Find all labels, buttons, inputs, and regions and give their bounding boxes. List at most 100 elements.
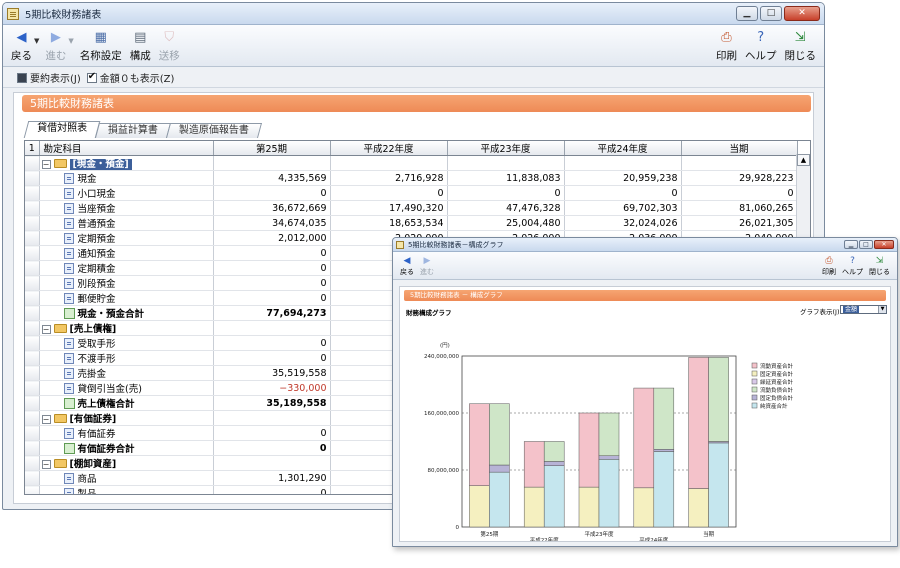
value-cell[interactable]: 32,024,026 bbox=[564, 215, 682, 231]
account-cell[interactable]: 有価証券合計 bbox=[39, 440, 214, 456]
account-cell[interactable]: 現金・預金合計 bbox=[39, 305, 214, 321]
account-cell[interactable]: 定期預金 bbox=[39, 230, 214, 246]
header-current[interactable]: 当期 bbox=[681, 141, 798, 156]
value-cell[interactable]: 11,838,083 bbox=[447, 170, 565, 186]
value-cell[interactable]: 36,672,669 bbox=[213, 200, 331, 216]
row-marker[interactable] bbox=[25, 485, 40, 494]
value-cell[interactable]: 20,959,238 bbox=[564, 170, 682, 186]
account-cell[interactable]: 受取手形 bbox=[39, 335, 214, 351]
value-cell[interactable]: 35,519,558 bbox=[213, 365, 331, 381]
account-cell[interactable]: − [現金・預金] bbox=[39, 155, 214, 171]
value-cell[interactable]: 0 bbox=[213, 425, 331, 441]
account-cell[interactable]: 小口現金 bbox=[39, 185, 214, 201]
chevron-down-icon[interactable]: ▼ bbox=[878, 306, 886, 313]
value-cell[interactable]: 0 bbox=[213, 440, 331, 456]
close-window-button[interactable]: ✕ bbox=[784, 6, 820, 21]
row-marker[interactable] bbox=[25, 395, 40, 411]
close-button[interactable]: ⇲ 閉じる bbox=[781, 30, 821, 63]
account-cell[interactable]: 通知預金 bbox=[39, 245, 214, 261]
row-marker[interactable] bbox=[25, 305, 40, 321]
graph-minimize-button[interactable]: ▁ bbox=[844, 240, 858, 249]
value-cell[interactable] bbox=[213, 320, 331, 336]
transfer-button[interactable]: ⛉ 送移 bbox=[155, 30, 184, 63]
row-marker[interactable] bbox=[25, 365, 40, 381]
collapse-icon[interactable]: − bbox=[41, 460, 51, 469]
value-cell[interactable]: 0 bbox=[213, 245, 331, 261]
row-marker[interactable] bbox=[25, 410, 40, 426]
value-cell[interactable] bbox=[330, 155, 448, 171]
value-cell[interactable]: 47,476,328 bbox=[447, 200, 565, 216]
header-h22[interactable]: 平成22年度 bbox=[330, 141, 448, 156]
value-cell[interactable]: 29,928,223 bbox=[681, 170, 798, 186]
table-row[interactable]: 普通預金 34,674,035 18,653,534 25,004,480 32,024… bbox=[25, 215, 798, 231]
collapse-icon[interactable]: − bbox=[41, 415, 51, 424]
account-cell[interactable]: 商品 bbox=[39, 470, 214, 486]
row-marker[interactable] bbox=[25, 185, 40, 201]
row-marker[interactable] bbox=[25, 290, 40, 306]
maximize-button[interactable]: □ bbox=[760, 6, 782, 21]
print-button[interactable]: ⎙ 印刷 bbox=[712, 30, 741, 63]
value-cell[interactable]: 35,189,558 bbox=[213, 395, 331, 411]
graph-print-button[interactable]: ⎙ 印刷 bbox=[819, 256, 839, 277]
graph-mode-select[interactable]: 金額 ▼ bbox=[840, 305, 887, 314]
graph-back-button[interactable]: ◀ 戻る bbox=[397, 256, 417, 277]
row-marker[interactable] bbox=[25, 455, 40, 471]
graph-close-window-button[interactable]: ✕ bbox=[874, 240, 894, 249]
account-cell[interactable]: 別段預金 bbox=[39, 275, 214, 291]
account-cell[interactable]: − [有価証券] bbox=[39, 410, 214, 426]
value-cell[interactable]: 81,060,265 bbox=[681, 200, 798, 216]
header-account[interactable]: 勘定科目 bbox=[39, 141, 214, 156]
row-marker[interactable] bbox=[25, 170, 40, 186]
account-cell[interactable]: 製品 bbox=[39, 485, 214, 494]
value-cell[interactable]: 0 bbox=[213, 275, 331, 291]
value-cell[interactable] bbox=[213, 410, 331, 426]
value-cell[interactable]: 77,694,273 bbox=[213, 305, 331, 321]
account-cell[interactable]: 貸倒引当金(売) bbox=[39, 380, 214, 396]
value-cell[interactable]: 69,702,303 bbox=[564, 200, 682, 216]
row-marker[interactable] bbox=[25, 335, 40, 351]
back-dropdown-icon[interactable]: ▼ bbox=[34, 37, 39, 45]
value-cell[interactable] bbox=[447, 155, 565, 171]
graph-help-button[interactable]: ? ヘルプ bbox=[839, 256, 866, 277]
account-cell[interactable]: − [売上債権] bbox=[39, 320, 214, 336]
table-row[interactable]: 小口現金 0 0 0 0 0 bbox=[25, 185, 798, 201]
name-settings-button[interactable]: ▦ 名称設定 bbox=[76, 30, 126, 63]
value-cell[interactable]: 0 bbox=[213, 335, 331, 351]
row-marker[interactable] bbox=[25, 470, 40, 486]
row-marker[interactable] bbox=[25, 230, 40, 246]
row-marker[interactable] bbox=[25, 215, 40, 231]
forward-dropdown-icon[interactable]: ▼ bbox=[68, 37, 73, 45]
account-cell[interactable]: 有価証券 bbox=[39, 425, 214, 441]
graph-forward-button[interactable]: ▶ 進む bbox=[417, 256, 437, 277]
row-marker[interactable] bbox=[25, 380, 40, 396]
account-cell[interactable]: 定期積金 bbox=[39, 260, 214, 276]
scroll-up-icon[interactable]: ▲ bbox=[797, 154, 810, 166]
summary-checkbox[interactable] bbox=[17, 72, 27, 83]
account-cell[interactable]: 普通預金 bbox=[39, 215, 214, 231]
table-row[interactable]: 当座預金 36,672,669 17,490,320 47,476,328 69,702… bbox=[25, 200, 798, 216]
graph-close-button[interactable]: ⇲ 閉じる bbox=[866, 256, 893, 277]
value-cell[interactable] bbox=[564, 155, 682, 171]
value-cell[interactable]: 0 bbox=[213, 290, 331, 306]
value-cell[interactable] bbox=[213, 455, 331, 471]
value-cell[interactable]: 0 bbox=[213, 185, 331, 201]
collapse-icon[interactable]: − bbox=[41, 160, 51, 169]
row-marker[interactable] bbox=[25, 425, 40, 441]
tab-income-statement[interactable]: 損益計算書 bbox=[94, 123, 172, 138]
row-marker[interactable] bbox=[25, 350, 40, 366]
value-cell[interactable]: 17,490,320 bbox=[330, 200, 448, 216]
value-cell[interactable]: 0 bbox=[330, 185, 448, 201]
help-button[interactable]: ? ヘルプ bbox=[741, 30, 781, 63]
back-button[interactable]: ◀ 戻る bbox=[7, 30, 36, 63]
value-cell[interactable]: 0 bbox=[213, 350, 331, 366]
tab-balance-sheet[interactable]: 貸借対照表 bbox=[23, 121, 101, 138]
account-cell[interactable]: 郵便貯金 bbox=[39, 290, 214, 306]
value-cell[interactable]: 0 bbox=[447, 185, 565, 201]
account-cell[interactable]: 不渡手形 bbox=[39, 350, 214, 366]
header-h23[interactable]: 平成23年度 bbox=[447, 141, 565, 156]
row-marker[interactable] bbox=[25, 320, 40, 336]
table-row[interactable]: 現金 4,335,569 2,716,928 11,838,083 20,959,238… bbox=[25, 170, 798, 186]
row-marker[interactable] bbox=[25, 155, 40, 171]
row-marker[interactable] bbox=[25, 245, 40, 261]
collapse-icon[interactable]: − bbox=[41, 325, 51, 334]
